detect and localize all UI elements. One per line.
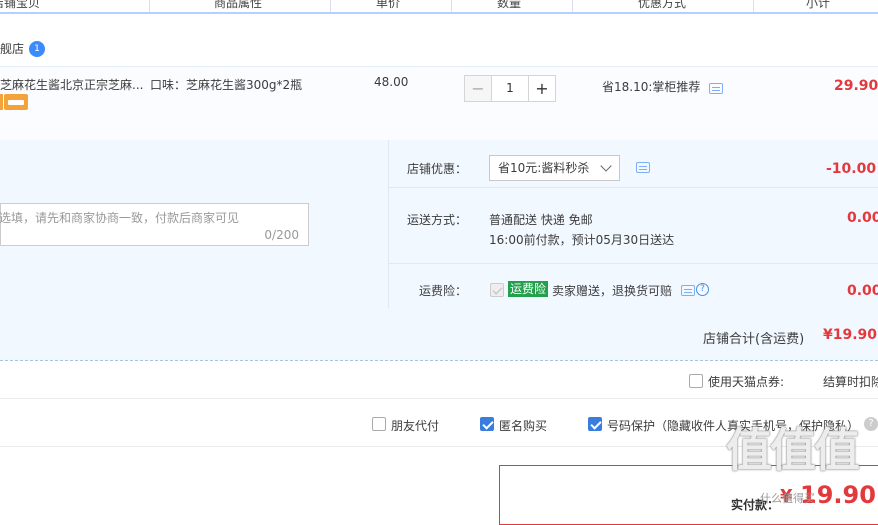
- col-header-discount: 优惠方式: [638, 0, 687, 10]
- quantity-plus-button[interactable]: +: [528, 75, 556, 102]
- shop-discount-select[interactable]: 省10元:酱料秒杀: [489, 155, 620, 181]
- shop-name[interactable]: 舰店: [0, 40, 24, 57]
- insurance-text: 卖家赠送，退换货可赔: [552, 284, 673, 298]
- divider: [388, 263, 878, 264]
- col-header-price: 单价: [376, 0, 401, 10]
- insurance-label: 运费险：: [418, 284, 467, 298]
- col-separator: [753, 0, 754, 12]
- col-header-subtotal: 小计: [806, 0, 831, 10]
- insurance-checkbox: [490, 283, 504, 297]
- anonymous-checkbox[interactable]: [480, 417, 494, 431]
- item-discount: 省18.10:掌柜推荐: [602, 80, 701, 94]
- col-separator: [572, 0, 573, 12]
- shipping-label: 运送方式：: [406, 213, 467, 227]
- col-separator: [149, 0, 150, 12]
- col-separator: [330, 0, 331, 12]
- chat-icon[interactable]: [709, 83, 723, 94]
- chevron-down-icon: [600, 160, 612, 172]
- watermark-logo: 值值值: [726, 423, 860, 477]
- quantity-input[interactable]: 1: [492, 75, 528, 102]
- number-protect-checkbox[interactable]: [588, 417, 602, 431]
- points-label: 使用天猫点券:: [708, 375, 785, 389]
- watermark-text: 什么值得买: [760, 492, 815, 505]
- service-icon: [0, 94, 3, 110]
- chat-icon[interactable]: [681, 285, 695, 296]
- memo-placeholder: 选填，请先和商家协商一致，付款后商家可见: [0, 211, 240, 225]
- credit-card-icon: [4, 94, 28, 110]
- help-icon[interactable]: ?: [864, 417, 878, 431]
- points-checkbox[interactable]: [689, 374, 703, 388]
- shop-total-label: 店铺合计(含运费): [703, 332, 805, 347]
- friend-pay-label[interactable]: 朋友代付: [391, 417, 439, 434]
- col-header-qty: 数量: [497, 0, 522, 10]
- col-header-item: 店铺宝贝: [0, 0, 41, 10]
- delivery-estimate: 16:00前付款，预计05月30日送达: [489, 233, 675, 247]
- friend-pay-checkbox[interactable]: [372, 417, 386, 431]
- divider: [388, 187, 878, 188]
- anonymous-label[interactable]: 匿名购买: [499, 417, 547, 434]
- memo-char-count: 0/200: [264, 228, 299, 242]
- buyer-memo-input[interactable]: 选填，请先和商家协商一致，付款后商家可见 0/200: [0, 203, 309, 246]
- insurance-tag: 运费险: [508, 281, 549, 297]
- divider: [0, 398, 878, 399]
- shop-discount-label: 店铺优惠：: [406, 162, 467, 176]
- shipping-amount: 0.00: [847, 210, 878, 226]
- shop-discount-value: 省10元:酱料秒杀: [498, 161, 590, 175]
- quantity-minus-button[interactable]: −: [464, 75, 492, 102]
- col-separator: [451, 0, 452, 12]
- points-note: 结算时扣除: [823, 375, 878, 389]
- item-attribute: 口味：芝麻花生酱300g*2瓶: [150, 78, 303, 92]
- quantity-stepper: − 1 +: [464, 75, 556, 102]
- wangwang-chat-icon[interactable]: 1: [29, 41, 45, 57]
- insurance-amount: 0.00: [847, 283, 878, 299]
- table-header: 店铺宝贝 商品属性 单价 数量 优惠方式 小计: [0, 0, 878, 14]
- item-price: 48.00: [374, 75, 409, 89]
- help-icon[interactable]: ?: [696, 283, 709, 296]
- shop-discount-amount: -10.00: [826, 161, 877, 177]
- shop-total-value: ¥19.90: [823, 327, 878, 343]
- col-header-attr: 商品属性: [214, 0, 263, 10]
- shipping-method: 普通配送 快递 免邮: [489, 213, 593, 227]
- item-subtotal: 29.90: [834, 78, 878, 94]
- item-name[interactable]: 芝麻花生酱北京正宗芝麻...: [0, 76, 146, 93]
- chat-icon[interactable]: [636, 162, 650, 173]
